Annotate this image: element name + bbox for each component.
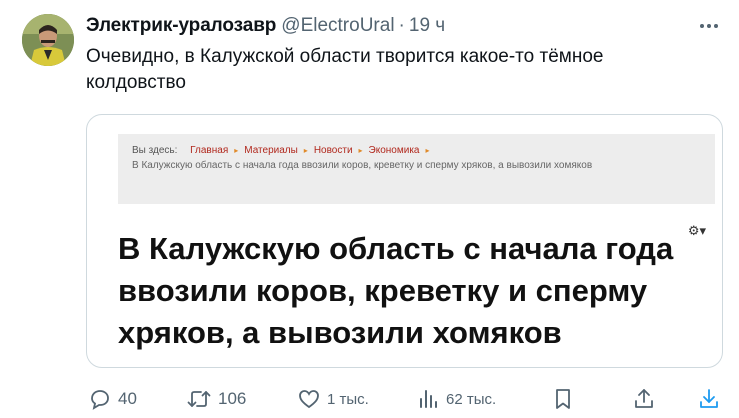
breadcrumb-prefix: Вы здесь:: [132, 145, 178, 156]
breadcrumb: Вы здесь: Главная ▸ Материалы ▸ Новости ▸ Экон…: [118, 134, 715, 204]
breadcrumb-arrow-icon: ▸: [358, 146, 363, 155]
breadcrumb-arrow-icon: ▸: [234, 146, 239, 155]
retweet-count: 106: [218, 389, 247, 408]
like-button[interactable]: 1 тыс.: [297, 381, 369, 417]
heart-icon: [297, 387, 321, 411]
breadcrumb-arrow-icon: ▸: [425, 146, 430, 155]
like-count: 1 тыс.: [327, 390, 369, 408]
avatar-image: [22, 14, 74, 66]
gear-icon: ⚙▾: [687, 223, 706, 238]
tweet-actions: 40 106 1 тыс. 62 тыс.: [0, 381, 739, 417]
breadcrumb-item: Экономика: [368, 145, 420, 156]
tweet-header: Электрик-уралозавр @ElectroUral · 19 ч: [86, 13, 725, 39]
share-icon: [632, 387, 656, 411]
breadcrumb-item: Главная: [190, 145, 229, 156]
retweet-icon: [186, 387, 212, 411]
retweet-button[interactable]: 106: [186, 381, 246, 417]
reply-button[interactable]: 40: [88, 381, 137, 417]
breadcrumb-current: В Калужскую область с начала года ввозил…: [132, 160, 593, 171]
download-button[interactable]: [697, 381, 721, 417]
separator: ·: [398, 15, 405, 36]
reply-icon: [88, 387, 112, 411]
bookmark-button[interactable]: [552, 381, 574, 417]
tweet-text: Очевидно, в Калужской области творится к…: [86, 46, 604, 93]
share-button[interactable]: [632, 381, 656, 417]
author-name[interactable]: Электрик-уралозавр: [86, 15, 276, 37]
more-icon[interactable]: [697, 15, 721, 37]
reply-count: 40: [118, 389, 137, 408]
avatar[interactable]: [22, 14, 74, 66]
author-handle[interactable]: @ElectroUral: [281, 15, 394, 37]
bookmark-icon: [552, 387, 574, 411]
views-count: 62 тыс.: [446, 390, 497, 408]
breadcrumb-item: Новости: [313, 145, 353, 156]
article-title: В Калужскую область с начала года ввозил…: [118, 231, 674, 350]
download-icon: [697, 387, 721, 411]
views-button[interactable]: 62 тыс.: [416, 381, 496, 417]
timestamp[interactable]: 19 ч: [409, 15, 445, 37]
breadcrumb-arrow-icon: ▸: [303, 146, 308, 155]
views-chart-icon: [416, 387, 440, 411]
media-card[interactable]: Вы здесь: Главная ▸ Материалы ▸ Новости ▸ Экон…: [86, 114, 723, 368]
breadcrumb-item: Материалы: [244, 145, 298, 156]
